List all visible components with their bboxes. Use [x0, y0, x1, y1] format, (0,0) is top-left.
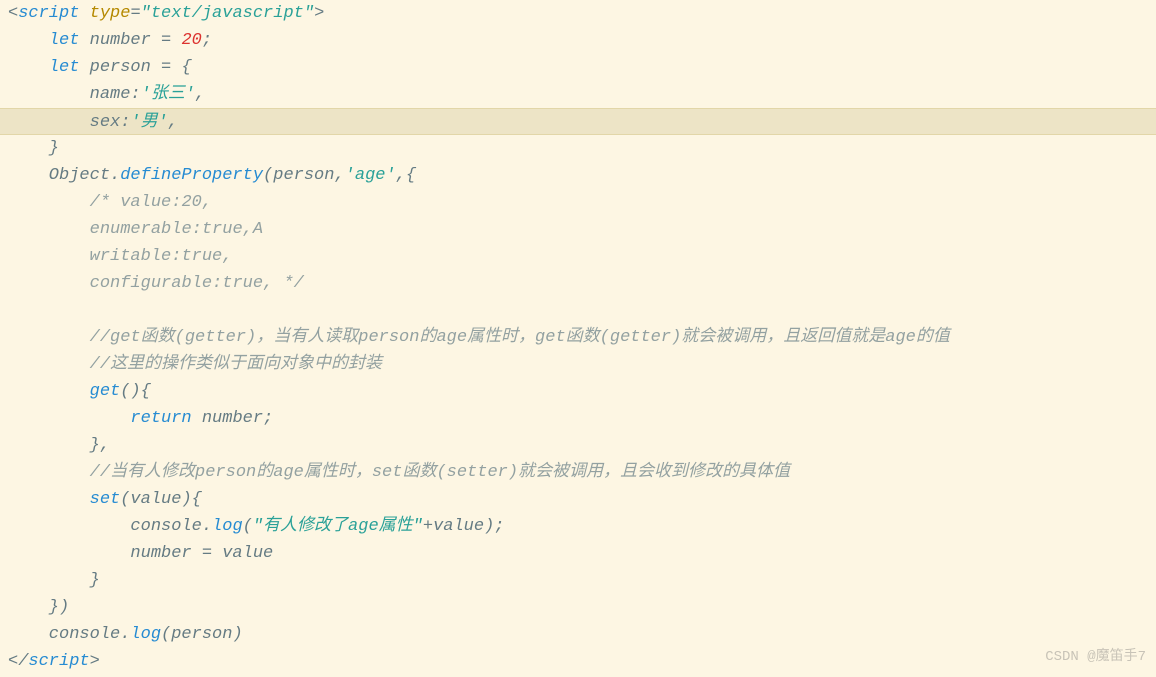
token	[8, 58, 49, 77]
token-punct: </	[8, 652, 28, 671]
token: (value){	[120, 490, 202, 509]
watermark-text: CSDN @魔笛手7	[1045, 644, 1146, 671]
code-line: //get函数(getter)，当有人读取person的age属性时，get函数…	[0, 324, 1156, 351]
token: name:	[8, 85, 141, 104]
token-keyword: return	[130, 409, 191, 428]
code-line: })	[0, 594, 1156, 621]
token: (person)	[161, 625, 243, 644]
token-string: '男'	[130, 113, 167, 132]
code-line: console.log("有人修改了age属性"+value);	[0, 513, 1156, 540]
code-line: writable:true,	[0, 243, 1156, 270]
token: ,{	[396, 166, 416, 185]
token	[8, 490, 90, 509]
code-line: </script>	[0, 648, 1156, 675]
token: ;	[202, 31, 212, 50]
token-comment: enumerable:true,A	[90, 220, 263, 239]
token-punct: =	[130, 4, 140, 23]
token-func: log	[130, 625, 161, 644]
token	[8, 409, 130, 428]
token: },	[8, 436, 110, 455]
token: sex:	[8, 113, 130, 132]
token	[8, 247, 90, 266]
code-line: enumerable:true,A	[0, 216, 1156, 243]
token-comment: //当有人修改person的age属性时，set函数(setter)就会被调用，…	[90, 463, 790, 482]
token: number = value	[8, 544, 273, 563]
token: Object.	[8, 166, 120, 185]
token	[8, 31, 49, 50]
token: }	[8, 571, 100, 590]
code-line: name:'张三',	[0, 81, 1156, 108]
token-attr: type	[90, 4, 131, 23]
token-func: get	[90, 382, 121, 401]
token-comment: writable:true,	[90, 247, 233, 266]
token-func: defineProperty	[120, 166, 263, 185]
token: +value);	[423, 517, 505, 536]
code-line: /* value:20,	[0, 189, 1156, 216]
code-line: let number = 20;	[0, 27, 1156, 54]
code-line: configurable:true, */	[0, 270, 1156, 297]
token	[8, 220, 90, 239]
code-line: sex:'男',	[0, 108, 1156, 135]
token	[8, 301, 18, 320]
token-keyword: let	[49, 31, 80, 50]
token: ,	[195, 85, 205, 104]
token-comment: //这里的操作类似于面向对象中的封装	[90, 355, 382, 374]
token: console.	[8, 625, 130, 644]
token: console.	[8, 517, 212, 536]
token-string: "text/javascript"	[141, 4, 314, 23]
code-line: },	[0, 432, 1156, 459]
code-line: }	[0, 567, 1156, 594]
token	[8, 463, 90, 482]
token-comment: //get函数(getter)，当有人读取person的age属性时，get函数…	[90, 328, 950, 347]
token-keyword: let	[49, 58, 80, 77]
code-line: console.log(person)	[0, 621, 1156, 648]
code-block: <script type="text/javascript"> let numb…	[0, 0, 1156, 675]
token	[8, 328, 90, 347]
code-line	[0, 297, 1156, 324]
code-line: Object.defineProperty(person,'age',{	[0, 162, 1156, 189]
code-line: //这里的操作类似于面向对象中的封装	[0, 351, 1156, 378]
code-line: number = value	[0, 540, 1156, 567]
token-comment: configurable:true, */	[90, 274, 304, 293]
token: number =	[79, 31, 181, 50]
token-func: log	[212, 517, 243, 536]
code-line: let person = {	[0, 54, 1156, 81]
token-tag: script	[18, 4, 89, 23]
token-punct: <	[8, 4, 18, 23]
token: (person,	[263, 166, 345, 185]
token-comment: /* value:20,	[90, 193, 212, 212]
token: })	[8, 598, 69, 617]
token-tag: script	[28, 652, 89, 671]
code-line: }	[0, 135, 1156, 162]
token: number;	[192, 409, 274, 428]
token-punct: >	[90, 652, 100, 671]
token-string: "有人修改了age属性"	[253, 517, 423, 536]
token: (	[243, 517, 253, 536]
code-line: get(){	[0, 378, 1156, 405]
code-line: <script type="text/javascript">	[0, 0, 1156, 27]
token	[8, 355, 90, 374]
token-string: '张三'	[141, 85, 195, 104]
code-line: //当有人修改person的age属性时，set函数(setter)就会被调用，…	[0, 459, 1156, 486]
token-punct: >	[314, 4, 324, 23]
code-line: set(value){	[0, 486, 1156, 513]
token	[8, 193, 90, 212]
token-number: 20	[181, 31, 201, 50]
token	[8, 382, 90, 401]
token: ,	[168, 113, 178, 132]
code-line: return number;	[0, 405, 1156, 432]
token: (){	[120, 382, 151, 401]
token-string: 'age'	[345, 166, 396, 185]
token: }	[8, 139, 59, 158]
token	[8, 274, 90, 293]
token-func: set	[90, 490, 121, 509]
token: person = {	[79, 58, 191, 77]
